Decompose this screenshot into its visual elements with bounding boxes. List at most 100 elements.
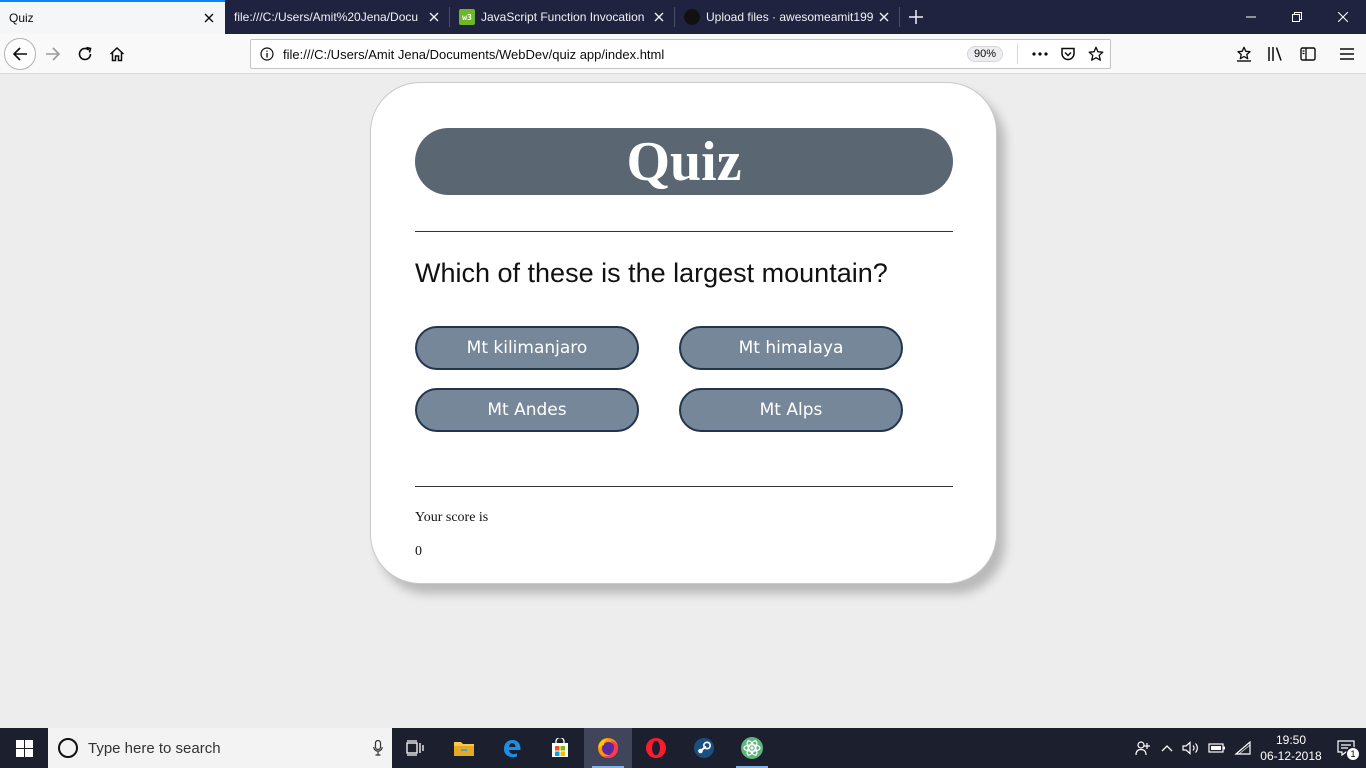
restore-icon — [1292, 12, 1302, 22]
tab-js-invocation[interactable]: w3 JavaScript Function Invocation — [450, 0, 675, 34]
atom-app[interactable] — [728, 728, 776, 768]
firefox-icon — [598, 738, 618, 758]
star-icon — [1088, 46, 1104, 61]
opera-app[interactable] — [632, 728, 680, 768]
task-view-button[interactable] — [392, 728, 440, 768]
plus-icon — [909, 10, 923, 24]
page-viewport: Quiz Which of these is the largest mount… — [0, 75, 1366, 728]
page-actions-button[interactable] — [1026, 40, 1054, 68]
firefox-app[interactable] — [584, 728, 632, 768]
windows-logo-icon — [15, 739, 33, 757]
store-icon — [552, 738, 568, 757]
answer-button-andes[interactable]: Mt Andes — [415, 388, 639, 432]
forward-button[interactable] — [37, 38, 69, 70]
tab-file-browser[interactable]: file:///C:/Users/Amit%20Jena/Docu — [225, 0, 450, 34]
store-app[interactable] — [536, 728, 584, 768]
score-label: Your score is — [415, 510, 489, 525]
reload-icon — [78, 46, 92, 61]
hamburger-menu-button[interactable] — [1331, 38, 1363, 70]
more-icon — [1032, 52, 1048, 56]
clock-time: 19:50 — [1275, 733, 1307, 747]
tab-title: Upload files · awesomeamit199 — [706, 10, 874, 24]
address-bar[interactable]: file:///C:/Users/Amit Jena/Documents/Web… — [250, 39, 1111, 69]
new-tab-button[interactable] — [900, 0, 932, 34]
chevron-up-icon[interactable] — [1156, 728, 1178, 768]
opera-icon — [646, 738, 666, 758]
task-view-icon — [406, 740, 424, 756]
top-divider — [415, 231, 953, 232]
quiz-card: Quiz Which of these is the largest mount… — [370, 82, 997, 584]
taskbar-search-box[interactable]: Type here to search — [48, 728, 392, 768]
github-favicon-icon — [684, 9, 700, 25]
close-icon — [1338, 12, 1348, 22]
window-controls — [1228, 0, 1366, 34]
search-placeholder: Type here to search — [88, 739, 221, 757]
back-button[interactable] — [4, 38, 36, 70]
answer-button-kilimanjaro[interactable]: Mt kilimanjaro — [415, 326, 639, 370]
close-icon[interactable] — [426, 9, 442, 25]
tab-github-upload[interactable]: Upload files · awesomeamit199 — [675, 0, 900, 34]
w3schools-favicon-icon: w3 — [459, 9, 475, 25]
folder-icon — [454, 742, 474, 756]
tab-separator — [899, 7, 900, 27]
volume-icon[interactable] — [1178, 728, 1204, 768]
star-tray-icon — [1237, 46, 1251, 62]
library-icon — [1268, 47, 1282, 61]
notification-count-badge: 1 — [1346, 747, 1360, 761]
arrow-left-icon — [12, 47, 27, 61]
system-tray: 19:50 06-12-2018 1 — [1130, 728, 1366, 768]
question-text: Which of these is the largest mountain? — [415, 258, 888, 288]
windows-taskbar: Type here to search 19:50 06-12-2018 1 — [0, 728, 1366, 768]
home-button[interactable] — [101, 38, 133, 70]
quiz-header: Quiz — [415, 128, 953, 195]
action-center-button[interactable]: 1 — [1326, 728, 1366, 768]
close-icon[interactable] — [876, 9, 892, 25]
people-icon[interactable] — [1130, 728, 1156, 768]
steam-icon — [694, 738, 714, 758]
file-explorer-app[interactable] — [440, 728, 488, 768]
taskbar-clock[interactable]: 19:50 06-12-2018 — [1256, 732, 1326, 764]
edge-icon — [504, 740, 521, 758]
edge-app[interactable] — [488, 728, 536, 768]
zoom-level-badge[interactable]: 90% — [966, 46, 1003, 62]
atom-icon — [741, 737, 763, 759]
tab-title: JavaScript Function Invocation — [481, 10, 645, 24]
navigation-bar: file:///C:/Users/Amit Jena/Documents/Web… — [0, 34, 1366, 74]
arrow-right-icon — [46, 47, 61, 61]
bookmark-star-button[interactable] — [1082, 40, 1110, 68]
bottom-divider — [415, 486, 953, 487]
quiz-title: Quiz — [626, 130, 742, 193]
steam-app[interactable] — [680, 728, 728, 768]
cortana-icon — [58, 738, 78, 758]
close-window-button[interactable] — [1320, 0, 1366, 34]
microphone-icon[interactable] — [364, 728, 392, 768]
hamburger-icon — [1340, 48, 1354, 60]
start-button[interactable] — [0, 728, 48, 768]
answer-button-alps[interactable]: Mt Alps — [679, 388, 903, 432]
sidebar-icon — [1300, 47, 1316, 61]
tab-title: file:///C:/Users/Amit%20Jena/Docu — [234, 10, 419, 24]
minimize-icon — [1246, 16, 1256, 18]
wifi-icon[interactable] — [1230, 728, 1256, 768]
info-icon[interactable] — [251, 40, 283, 68]
pocket-button[interactable] — [1054, 40, 1082, 68]
restore-button[interactable] — [1274, 0, 1320, 34]
tab-quiz[interactable]: Quiz — [0, 0, 225, 34]
url-separator — [1017, 44, 1018, 64]
answer-button-himalaya[interactable]: Mt himalaya — [679, 326, 903, 370]
pocket-icon — [1061, 47, 1075, 61]
sidebar-toggle-button[interactable] — [1292, 38, 1324, 70]
url-text[interactable]: file:///C:/Users/Amit Jena/Documents/Web… — [283, 47, 967, 62]
tab-strip: Quiz file:///C:/Users/Amit%20Jena/Docu w… — [0, 0, 1366, 34]
close-icon[interactable] — [201, 10, 217, 26]
home-icon — [109, 46, 125, 62]
reload-button[interactable] — [69, 38, 101, 70]
bookmarks-menu-button[interactable] — [1228, 38, 1260, 70]
library-button[interactable] — [1260, 38, 1292, 70]
close-icon[interactable] — [651, 9, 667, 25]
score-value: 0 — [415, 544, 422, 559]
clock-date: 06-12-2018 — [1260, 749, 1322, 763]
tab-title: Quiz — [9, 11, 34, 25]
minimize-button[interactable] — [1228, 0, 1274, 34]
battery-icon[interactable] — [1204, 728, 1230, 768]
